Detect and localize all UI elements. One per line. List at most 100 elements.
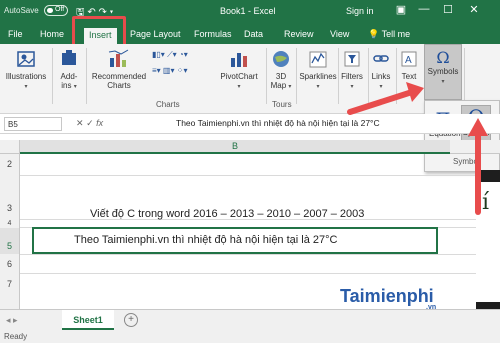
cell-b3[interactable]: Viết độ C trong word 2016 – 2013 – 2010 …	[90, 208, 364, 220]
autosave-toggle[interactable]: Off	[44, 5, 68, 16]
sheet-nav-arrows[interactable]: ◂ ▸	[6, 315, 18, 326]
name-box[interactable]: B5	[4, 117, 62, 131]
3d-map-label-1: 3D	[275, 72, 287, 81]
charts-group-label: Charts	[156, 100, 180, 109]
status-bar: Ready	[0, 331, 500, 343]
addins-label-2: ins	[61, 81, 72, 90]
formula-input[interactable]: Theo Taimienphi.vn thì nhiệt độ hà nội h…	[176, 118, 380, 128]
globe-icon	[273, 51, 289, 67]
recommended-charts-label-2: Charts	[107, 81, 131, 90]
chart-type-buttons[interactable]: ▮▯▾ ⟋▾ ◔▾ ≡▾ ▥▾ ⁘▾	[152, 50, 212, 75]
tab-page-layout[interactable]: Page Layout	[130, 29, 181, 39]
scatter-chart-icon[interactable]: ⁘▾	[177, 66, 188, 75]
row-header-2[interactable]: 2	[0, 154, 20, 176]
close-button[interactable]: ✕	[466, 3, 482, 16]
cell-b5[interactable]: Theo Taimienphi.vn thì nhiệt độ hà nội h…	[74, 234, 337, 246]
addins-icon	[62, 50, 76, 65]
sparklines-button[interactable]: Sparklines ▾	[296, 48, 340, 90]
waterfall-chart-icon[interactable]: ▥▾	[163, 66, 175, 75]
row-header-5[interactable]: 5	[0, 228, 20, 254]
filter-icon	[344, 51, 360, 67]
add-sheet-button[interactable]: +	[124, 313, 138, 327]
illustrations-label: Illustrations	[5, 72, 47, 81]
addins-button[interactable]: Add- ins ▾	[56, 48, 82, 90]
illustrations-button[interactable]: Illustrations ▾	[4, 48, 48, 90]
taimienphi-logo: Taimienphi .vn	[340, 286, 436, 311]
tab-review[interactable]: Review	[284, 29, 314, 39]
formula-bar-buttons: ✕ ✓ fx	[76, 118, 103, 129]
chevron-down-icon: ▾	[316, 84, 320, 90]
chevron-down-icon: ▾	[288, 84, 292, 90]
tab-file[interactable]: File	[8, 29, 23, 39]
red-arrow-icon	[347, 82, 424, 115]
sparklines-label: Sparklines	[299, 72, 337, 81]
gridline	[20, 254, 476, 255]
link-icon	[373, 55, 389, 62]
row-header-7[interactable]: 7	[0, 274, 20, 309]
chart-row-1: ▮▯▾ ⟋▾ ◔▾	[152, 50, 212, 60]
tab-home[interactable]: Home	[40, 29, 64, 39]
tell-me-label: Tell me	[381, 29, 411, 39]
text-box-icon: A	[401, 51, 417, 67]
row-header-4[interactable]: 4	[0, 220, 20, 228]
red-arrow-icon	[468, 118, 488, 215]
chevron-down-icon: ▾	[237, 84, 241, 90]
line-chart-icon[interactable]: ⟋▾	[167, 50, 177, 59]
column-header-row: B	[0, 140, 500, 154]
chevron-down-icon: ▾	[73, 84, 77, 90]
autosave-state: Off	[55, 6, 65, 13]
recommended-charts-label-1: Recommended	[91, 72, 147, 81]
ribbon-display-icon[interactable]: ▣	[393, 3, 409, 16]
sheet-tab-sheet1[interactable]: Sheet1	[62, 310, 114, 330]
row-header-3[interactable]: 3	[0, 176, 20, 220]
column-header-b[interactable]: B	[20, 140, 450, 154]
tell-me-box[interactable]: 💡 Tell me	[368, 29, 410, 40]
gridline	[20, 273, 476, 274]
pivotchart-label: PivotChart	[220, 72, 258, 81]
chevron-down-icon: ▾	[441, 79, 445, 85]
ribbon-separator	[86, 48, 87, 104]
column-chart-icon[interactable]: ▮▯▾	[152, 50, 165, 59]
row-header-6[interactable]: 6	[0, 254, 20, 274]
logo-t-icon: T	[340, 286, 350, 306]
pivotchart-icon	[231, 53, 247, 67]
lightbulb-icon: 💡	[368, 29, 380, 39]
ribbon-separator	[52, 48, 53, 104]
3d-map-label-2: Map	[270, 81, 287, 90]
tab-formulas[interactable]: Formulas	[194, 29, 232, 39]
tab-view[interactable]: View	[330, 29, 349, 39]
pivotchart-button[interactable]: PivotChart ▾	[212, 48, 266, 90]
tours-group-label: Tours	[272, 100, 292, 109]
ribbon-separator	[464, 48, 465, 104]
3d-map-button[interactable]: 3D Map ▾	[268, 48, 294, 90]
svg-text:A: A	[405, 55, 412, 66]
toggle-knob	[47, 8, 53, 13]
sheet-tab-bar: ◂ ▸ Sheet1 +	[0, 309, 500, 331]
restore-button[interactable]: ☐	[440, 3, 456, 16]
omega-icon: Ω	[436, 48, 450, 67]
pie-chart-icon[interactable]: ◔▾	[179, 50, 188, 59]
minimize-button[interactable]: —	[416, 3, 432, 15]
symbols-label: Symbols	[427, 67, 459, 76]
fx-icon[interactable]: fx	[96, 118, 103, 128]
cancel-icon[interactable]: ✕	[76, 118, 84, 128]
chart-row-2: ≡▾ ▥▾ ⁘▾	[152, 66, 212, 75]
ribbon-separator	[266, 48, 267, 104]
gridline	[20, 175, 476, 176]
autosave-label: AutoSave	[4, 6, 39, 15]
chevron-down-icon: ▾	[24, 84, 28, 90]
status-ready: Ready	[4, 332, 28, 341]
sign-in-link[interactable]: Sign in	[346, 6, 374, 16]
symbols-button[interactable]: Ω Symbols ▾	[424, 44, 462, 100]
illustrations-icon	[17, 51, 35, 67]
select-all-corner[interactable]	[0, 140, 20, 154]
tab-data[interactable]: Data	[244, 29, 263, 39]
bar-chart-icon[interactable]: ≡▾	[152, 66, 161, 75]
sparklines-icon	[309, 51, 327, 68]
window-title: Book1 - Excel	[220, 6, 276, 16]
recommended-charts-button[interactable]: Recommended Charts	[88, 48, 150, 90]
logo-text: aimienphi	[349, 286, 434, 306]
recommended-charts-icon	[108, 49, 129, 67]
addins-label-1: Add-	[60, 72, 78, 81]
enter-icon[interactable]: ✓	[86, 118, 94, 128]
